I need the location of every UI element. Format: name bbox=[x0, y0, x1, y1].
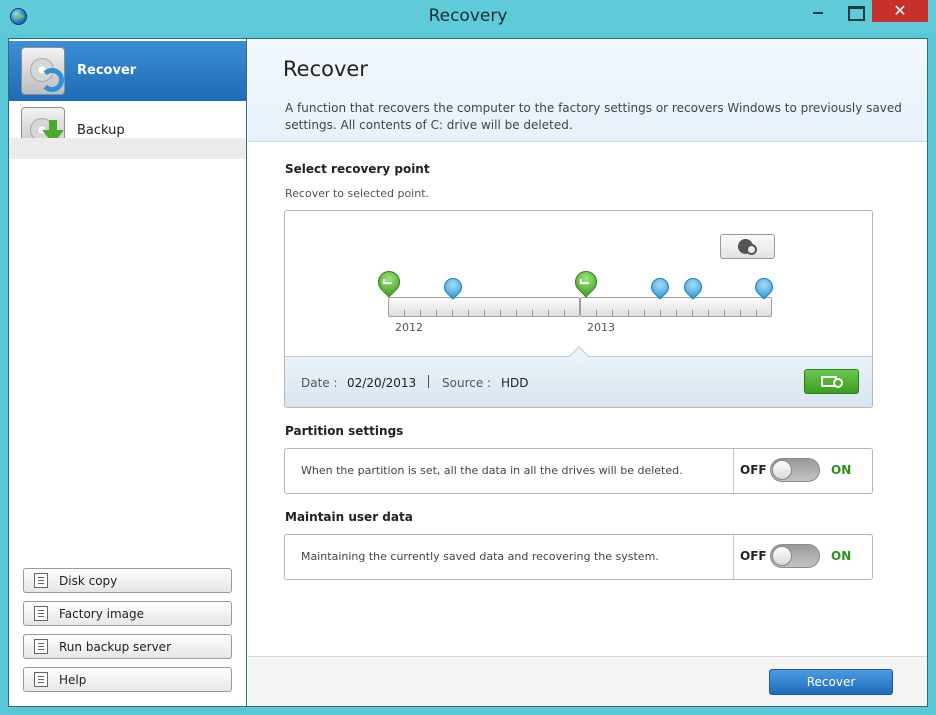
window-title: Recovery bbox=[428, 6, 508, 26]
disk-copy-label: Disk copy bbox=[59, 574, 118, 588]
view-recovery-point-button[interactable] bbox=[804, 369, 859, 394]
factory-image-button[interactable]: Factory image bbox=[23, 601, 232, 626]
recovery-point-marker[interactable] bbox=[680, 274, 706, 300]
page-description: A function that recovers the computer to… bbox=[285, 101, 902, 132]
run-backup-server-label: Run backup server bbox=[59, 640, 171, 654]
recovery-point-subheading: Recover to selected point. bbox=[285, 187, 430, 200]
recovery-point-marker[interactable] bbox=[440, 274, 466, 300]
factory-image-icon bbox=[34, 606, 48, 621]
help-label: Help bbox=[59, 673, 87, 687]
partition-on-label: ON bbox=[831, 463, 852, 477]
source-value: HDD bbox=[501, 376, 529, 390]
action-footer: Recover bbox=[248, 656, 927, 706]
recovery-point-heading: Select recovery point bbox=[285, 162, 430, 176]
backup-server-icon bbox=[34, 639, 48, 654]
refresh-button[interactable] bbox=[720, 234, 775, 259]
partition-settings-heading: Partition settings bbox=[285, 424, 404, 438]
maintain-user-data-heading: Maintain user data bbox=[285, 510, 413, 524]
sidebar-item-recover[interactable]: Recover bbox=[9, 41, 246, 101]
recovery-point-marker[interactable] bbox=[751, 274, 777, 300]
help-button[interactable]: Help bbox=[23, 667, 232, 692]
recovery-timeline: 2012 2013 Date : 02/20/2013 Source : HDD bbox=[284, 210, 873, 408]
sidebar-divider bbox=[9, 138, 246, 159]
maintain-user-data-toggle[interactable] bbox=[770, 544, 820, 568]
timeline-track-2013[interactable] bbox=[580, 297, 772, 317]
hdd-recover-icon bbox=[21, 47, 65, 95]
close-button[interactable]: ✕ bbox=[872, 0, 928, 22]
timeline-track-2012[interactable] bbox=[388, 297, 580, 317]
timeline-year-label: 2012 bbox=[395, 321, 423, 334]
page-header: Recover A function that recovers the com… bbox=[248, 39, 927, 142]
recover-button[interactable]: Recover bbox=[769, 669, 893, 695]
partition-off-label: OFF bbox=[740, 463, 767, 477]
partition-settings-box: When the partition is set, all the data … bbox=[284, 448, 873, 494]
date-label: Date : bbox=[301, 376, 338, 390]
run-backup-server-button[interactable]: Run backup server bbox=[23, 634, 232, 659]
app-window: Recover Backup Disk copy Factory image R… bbox=[8, 38, 928, 707]
page-title: Recover bbox=[283, 57, 368, 81]
maintain-user-data-text: Maintaining the currently saved data and… bbox=[301, 550, 659, 563]
partition-toggle[interactable] bbox=[770, 458, 820, 482]
recovery-point-marker-selected[interactable] bbox=[570, 266, 602, 298]
help-icon bbox=[34, 672, 48, 687]
user-data-on-label: ON bbox=[831, 549, 852, 563]
detail-separator bbox=[428, 375, 429, 388]
maximize-button[interactable] bbox=[838, 0, 872, 22]
sidebar-item-label: Recover bbox=[77, 63, 137, 78]
maintain-user-data-box: Maintaining the currently saved data and… bbox=[284, 534, 873, 580]
sidebar-item-label: Backup bbox=[77, 123, 125, 138]
recovery-point-marker[interactable] bbox=[647, 274, 673, 300]
partition-settings-text: When the partition is set, all the data … bbox=[301, 464, 683, 477]
sidebar: Recover Backup Disk copy Factory image R… bbox=[9, 39, 247, 706]
date-value: 02/20/2013 bbox=[347, 376, 417, 390]
disk-copy-icon bbox=[34, 573, 48, 588]
factory-image-label: Factory image bbox=[59, 607, 145, 621]
user-data-off-label: OFF bbox=[740, 549, 767, 563]
main-panel: Recover A function that recovers the com… bbox=[248, 39, 927, 706]
source-label: Source : bbox=[442, 376, 492, 390]
recovery-point-marker-selected[interactable] bbox=[373, 266, 405, 298]
disk-copy-button[interactable]: Disk copy bbox=[23, 568, 232, 593]
minimize-button[interactable] bbox=[800, 0, 836, 22]
title-bar: Recovery ✕ bbox=[0, 0, 936, 34]
timeline-year-label: 2013 bbox=[587, 321, 615, 334]
